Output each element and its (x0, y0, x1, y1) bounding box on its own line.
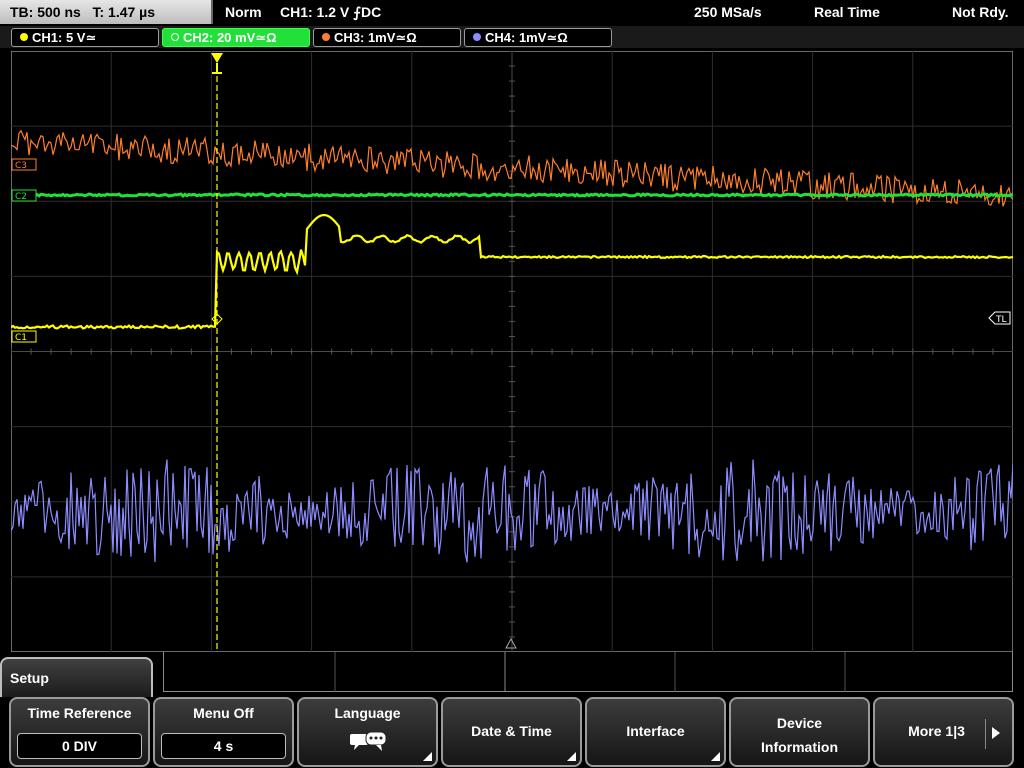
channel-tab-ch2[interactable]: CH2: 20 mV≃Ω (162, 28, 310, 47)
ch3-dot-icon (322, 33, 330, 41)
channel-tab-label: CH1: 5 V≃ (32, 30, 97, 45)
timebase-value: TB: 500 ns (10, 4, 81, 20)
svg-text:C3: C3 (15, 161, 27, 171)
softkey-label-line2: Information (761, 739, 838, 755)
trigger-mode[interactable]: Norm (225, 4, 262, 20)
screen-edge (1016, 697, 1024, 767)
ch4-dot-icon (473, 33, 481, 41)
channel-tab-ch3[interactable]: CH3: 1mV≃Ω (313, 28, 461, 47)
channel-tab-label: CH2: 20 mV≃Ω (183, 30, 277, 45)
arrow-right-icon (992, 727, 1000, 739)
trigger-time-value: T: 1.47 µs (92, 4, 156, 20)
menu-title: Setup (0, 657, 153, 697)
menu-title-label: Setup (10, 670, 49, 686)
ch2-marker[interactable]: C2 (11, 189, 37, 202)
softkey-label: More 1|3 (908, 723, 965, 739)
svg-text:C1: C1 (15, 333, 27, 343)
softkey-label: Menu Off (193, 705, 254, 721)
waveform-canvas: C3 C2 C1 TL (11, 51, 1013, 652)
trigger-position-icon[interactable] (211, 53, 223, 74)
time-reference-value: 0 DIV (17, 733, 142, 759)
menu-off-button[interactable]: Menu Off 4 s (153, 697, 294, 767)
waveform-display[interactable]: C3 C2 C1 TL (11, 51, 1013, 652)
language-button[interactable]: Language (297, 697, 438, 767)
ch2-trace (11, 192, 1013, 198)
softkey-label: Language (334, 705, 401, 721)
timebase-box[interactable]: TB: 500 ns T: 1.47 µs (0, 0, 213, 24)
speech-bubble-icon (349, 731, 386, 751)
acquisition-mode: Real Time (814, 4, 880, 20)
softkey-label: Time Reference (27, 705, 132, 721)
softkey-label: Interface (626, 723, 685, 739)
channel-tab-ch4[interactable]: CH4: 1mV≃Ω (464, 28, 612, 47)
submenu-indicator-icon (711, 752, 720, 761)
trigger-info[interactable]: CH1: 1.2 V ⨍DC (280, 4, 381, 21)
submenu-indicator-icon (423, 752, 432, 761)
channel-bar: CH1: 5 V≃ CH2: 20 mV≃Ω CH3: 1mV≃Ω CH4: 1… (0, 26, 1024, 48)
status-bar: TB: 500 ns T: 1.47 µs Norm CH1: 1.2 V ⨍D… (0, 0, 1024, 25)
channel-tab-label: CH3: 1mV≃Ω (334, 30, 417, 45)
ch1-marker[interactable]: C1 (11, 330, 37, 343)
channel-tab-label: CH4: 1mV≃Ω (485, 30, 568, 45)
softkey-label: Date & Time (471, 723, 552, 739)
trigger-level-marker[interactable]: TL (988, 311, 1011, 325)
zoom-strip (163, 652, 1013, 692)
time-reference-button[interactable]: Time Reference 0 DIV (9, 697, 150, 767)
time-reference-icon (505, 637, 517, 649)
more-button[interactable]: More 1|3 (873, 697, 1014, 767)
interface-button[interactable]: Interface (585, 697, 726, 767)
date-time-button[interactable]: Date & Time (441, 697, 582, 767)
softkey-label-line1: Device (776, 715, 823, 731)
device-information-button[interactable]: Device Information (729, 697, 870, 767)
graticule (11, 51, 1013, 652)
divider (985, 719, 986, 749)
submenu-indicator-icon (567, 752, 576, 761)
menu-off-value: 4 s (161, 733, 286, 759)
ch1-dot-icon (20, 33, 28, 41)
svg-text:C2: C2 (15, 192, 27, 202)
softkey-label: Device Information (731, 711, 868, 759)
channel-tab-ch1[interactable]: CH1: 5 V≃ (11, 28, 159, 47)
sample-rate: 250 MSa/s (694, 4, 762, 20)
acquisition-status: Not Rdy. (952, 4, 1009, 20)
svg-text:TL: TL (995, 315, 1007, 325)
ch2-dot-icon (171, 33, 179, 41)
ch3-marker[interactable]: C3 (11, 158, 37, 171)
